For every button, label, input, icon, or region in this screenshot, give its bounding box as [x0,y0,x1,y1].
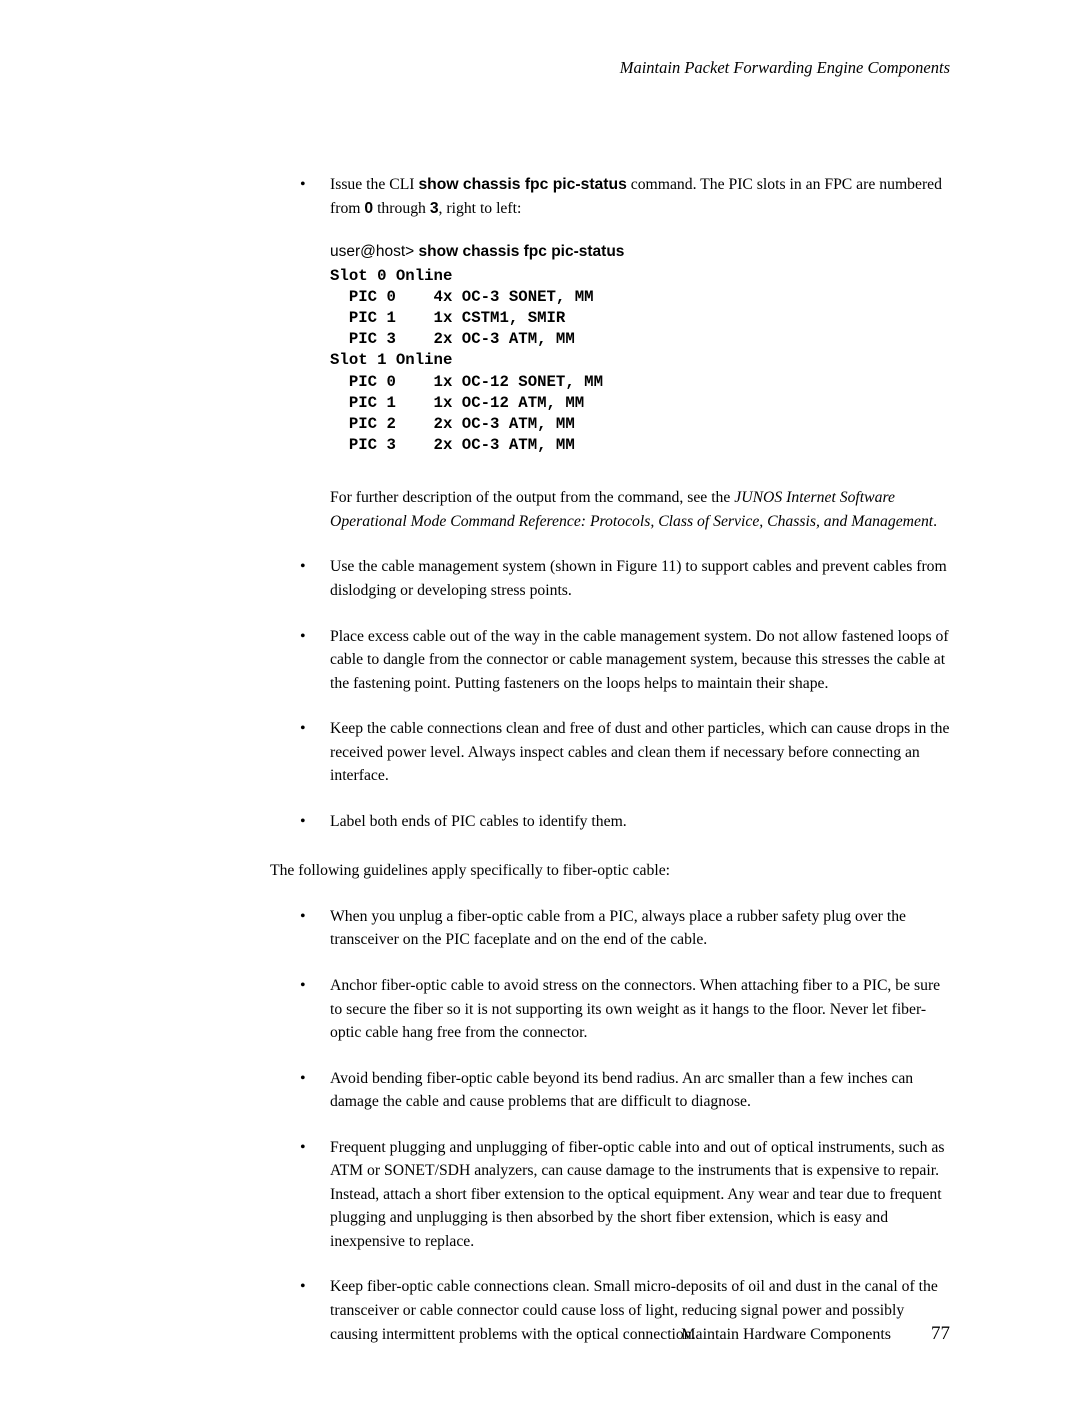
text: . [933,513,937,530]
text: , right to left: [439,200,522,217]
main-content: Issue the CLI show chassis fpc pic-statu… [300,173,950,1346]
prompt: user@host> [330,243,419,260]
bullet-cli-command: Issue the CLI show chassis fpc pic-statu… [300,173,950,533]
footer-section-title: Maintain Hardware Components [681,1326,891,1344]
fiber-bullet-plugging: Frequent plugging and unplugging of fibe… [300,1136,950,1254]
page-footer: Maintain Hardware Components 77 [681,1323,950,1345]
page-number: 77 [931,1323,950,1345]
text: Issue the CLI [330,176,418,193]
fiber-intro-text: The following guidelines apply specifica… [270,859,950,883]
text: 0 [364,200,373,217]
cli-prompt-line: user@host> show chassis fpc pic-status [330,240,950,264]
fiber-bullet-bend: Avoid bending fiber-optic cable beyond i… [300,1067,950,1114]
cli-command-text: show chassis fpc pic-status [418,176,626,193]
cli-output-block: Slot 0 Online PIC 0 4x OC-3 SONET, MM PI… [330,266,950,457]
bullet-label-cables: Label both ends of PIC cables to identif… [300,810,950,834]
text: For further description of the output fr… [330,489,734,506]
text: 3 [430,200,439,217]
page-header: Maintain Packet Forwarding Engine Compon… [180,58,950,78]
cli-output-description: For further description of the output fr… [330,486,950,533]
command: show chassis fpc pic-status [419,243,625,260]
bullet-cable-mgmt: Use the cable management system (shown i… [300,555,950,602]
text: through [373,200,430,217]
bullet-excess-cable: Place excess cable out of the way in the… [300,625,950,696]
fiber-bullet-anchor: Anchor fiber-optic cable to avoid stress… [300,974,950,1045]
fiber-bullet-unplug: When you unplug a fiber-optic cable from… [300,905,950,952]
bullet-clean-connections: Keep the cable connections clean and fre… [300,717,950,788]
